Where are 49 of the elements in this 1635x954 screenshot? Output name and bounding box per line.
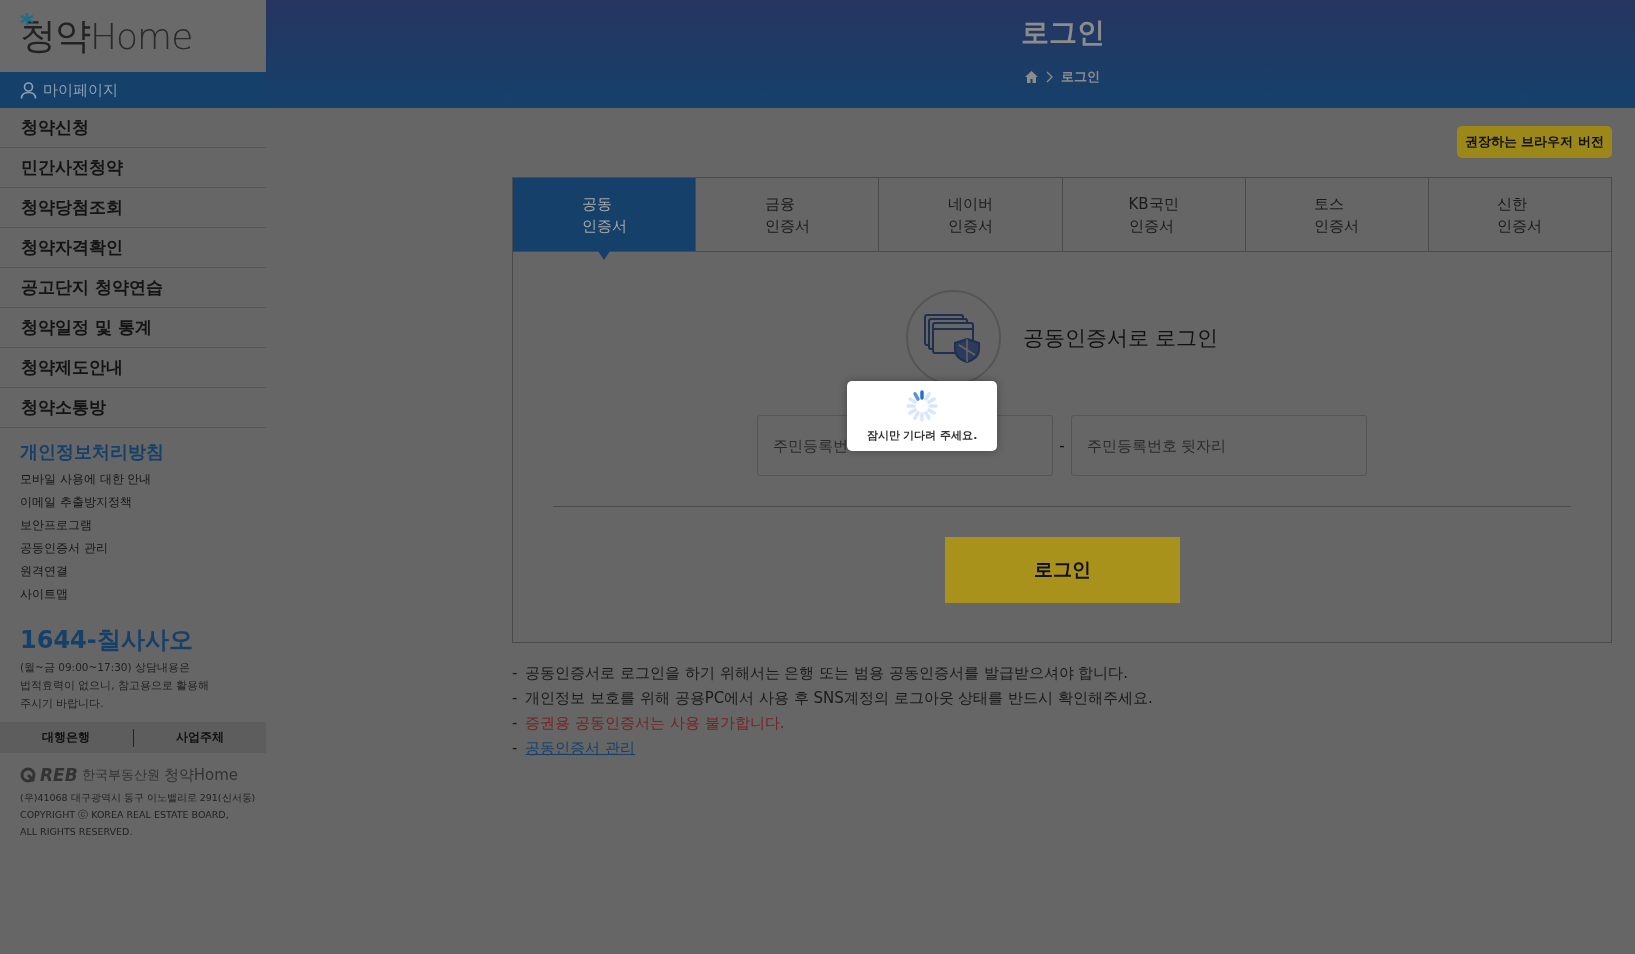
footer-link[interactable]: 원격연결 (20, 560, 266, 583)
menu-item[interactable]: 청약제도안내 (0, 348, 266, 388)
info-note: 공동인증서로 로그인을 하기 위해서는 은행 또는 범용 공동인증서를 발급받으셔야 합니다. (525, 663, 1129, 683)
footer-link[interactable]: 이메일 추출방지정책 (20, 491, 266, 514)
address-text: (우)41068 대구광역시 동구 이노밸리로 291(신서동) (20, 791, 257, 805)
id-back-field[interactable]: 주민등록번호 뒷자리 (1070, 415, 1367, 476)
tab-pointer-icon (598, 251, 611, 260)
login-heading: 공동인증서로 로그인 (1022, 324, 1219, 352)
menu-item[interactable]: 청약일정 및 통계 (0, 308, 266, 348)
consult-note: (월~금 09:00~17:30) 상담내용은 법적효력이 없으니, 참고용으로 활용해 주시기 바랍니다. (20, 660, 211, 711)
loading-message: 잠시만 기다려 주세요. (866, 427, 978, 443)
browser-version-button[interactable]: 권장하는 브라우저 버전 (1456, 126, 1612, 158)
login-button[interactable]: 로그인 (944, 537, 1180, 603)
footer-tab[interactable]: 대행은행 (0, 729, 133, 746)
person-icon (20, 81, 37, 99)
privacy-policy-link[interactable]: 개인정보처리방침 (20, 440, 266, 464)
home-icon[interactable] (1025, 71, 1038, 83)
chevron-right-icon (1046, 71, 1053, 83)
footer-link[interactable]: 사이트맵 (20, 583, 266, 606)
separator-dash: - (1059, 436, 1065, 455)
footer-link[interactable]: 모바일 사용에 대한 안내 (20, 468, 266, 491)
menu-item[interactable]: 공고단지 청약연습 (0, 268, 266, 308)
spinner-icon (906, 389, 938, 422)
footer-link[interactable]: 보안프로그램 (20, 514, 266, 537)
certificate-tab[interactable]: 금융 인증서 (695, 178, 879, 252)
bullet-dash: - (512, 663, 518, 683)
certificate-tab[interactable]: KB국민 인증서 (1061, 178, 1245, 252)
certificate-tab[interactable]: 신한 인증서 (1427, 178, 1612, 252)
phone-number: 1644-칠사사오 (20, 625, 194, 656)
menu-item[interactable]: 청약신청 (0, 108, 266, 148)
org-emblem-icon (20, 767, 36, 783)
page-title: 로그인 (1020, 15, 1105, 51)
certificate-tab[interactable]: 네이버 인증서 (878, 178, 1062, 252)
bullet-dash: - (512, 713, 518, 733)
footer-link[interactable]: 공동인증서 관리 (20, 537, 266, 560)
info-note: 개인정보 보호를 위해 공용PC에서 사용 후 SNS계정의 로그아웃 상태를 반드시 확인해주세요. (525, 688, 1153, 708)
menu-item[interactable]: 청약당첨조회 (0, 188, 266, 228)
certificate-manage-link[interactable]: 공동인증서 관리 (525, 738, 636, 758)
certificate-tab[interactable]: 토스 인증서 (1244, 178, 1428, 252)
breadcrumb-item[interactable]: 로그인 (1061, 68, 1100, 86)
copyright-text: COPYRIGHT ⓒ KOREA REAL ESTATE BOARD, ALL RIGHTS RESERVED. (20, 808, 230, 839)
bullet-dash: - (512, 688, 518, 708)
warning-note: 증권용 공동인증서는 사용 불가합니다. (525, 713, 785, 733)
mypage-link[interactable]: 마이페이지 (43, 80, 118, 100)
menu-item[interactable]: 민간사전청약 (0, 148, 266, 188)
menu-item[interactable]: 청약자격확인 (0, 228, 266, 268)
bullet-dash: - (512, 738, 518, 758)
footer-tab[interactable]: 사업주체 (133, 729, 266, 746)
menu-item[interactable]: 청약소통방 (0, 388, 266, 428)
